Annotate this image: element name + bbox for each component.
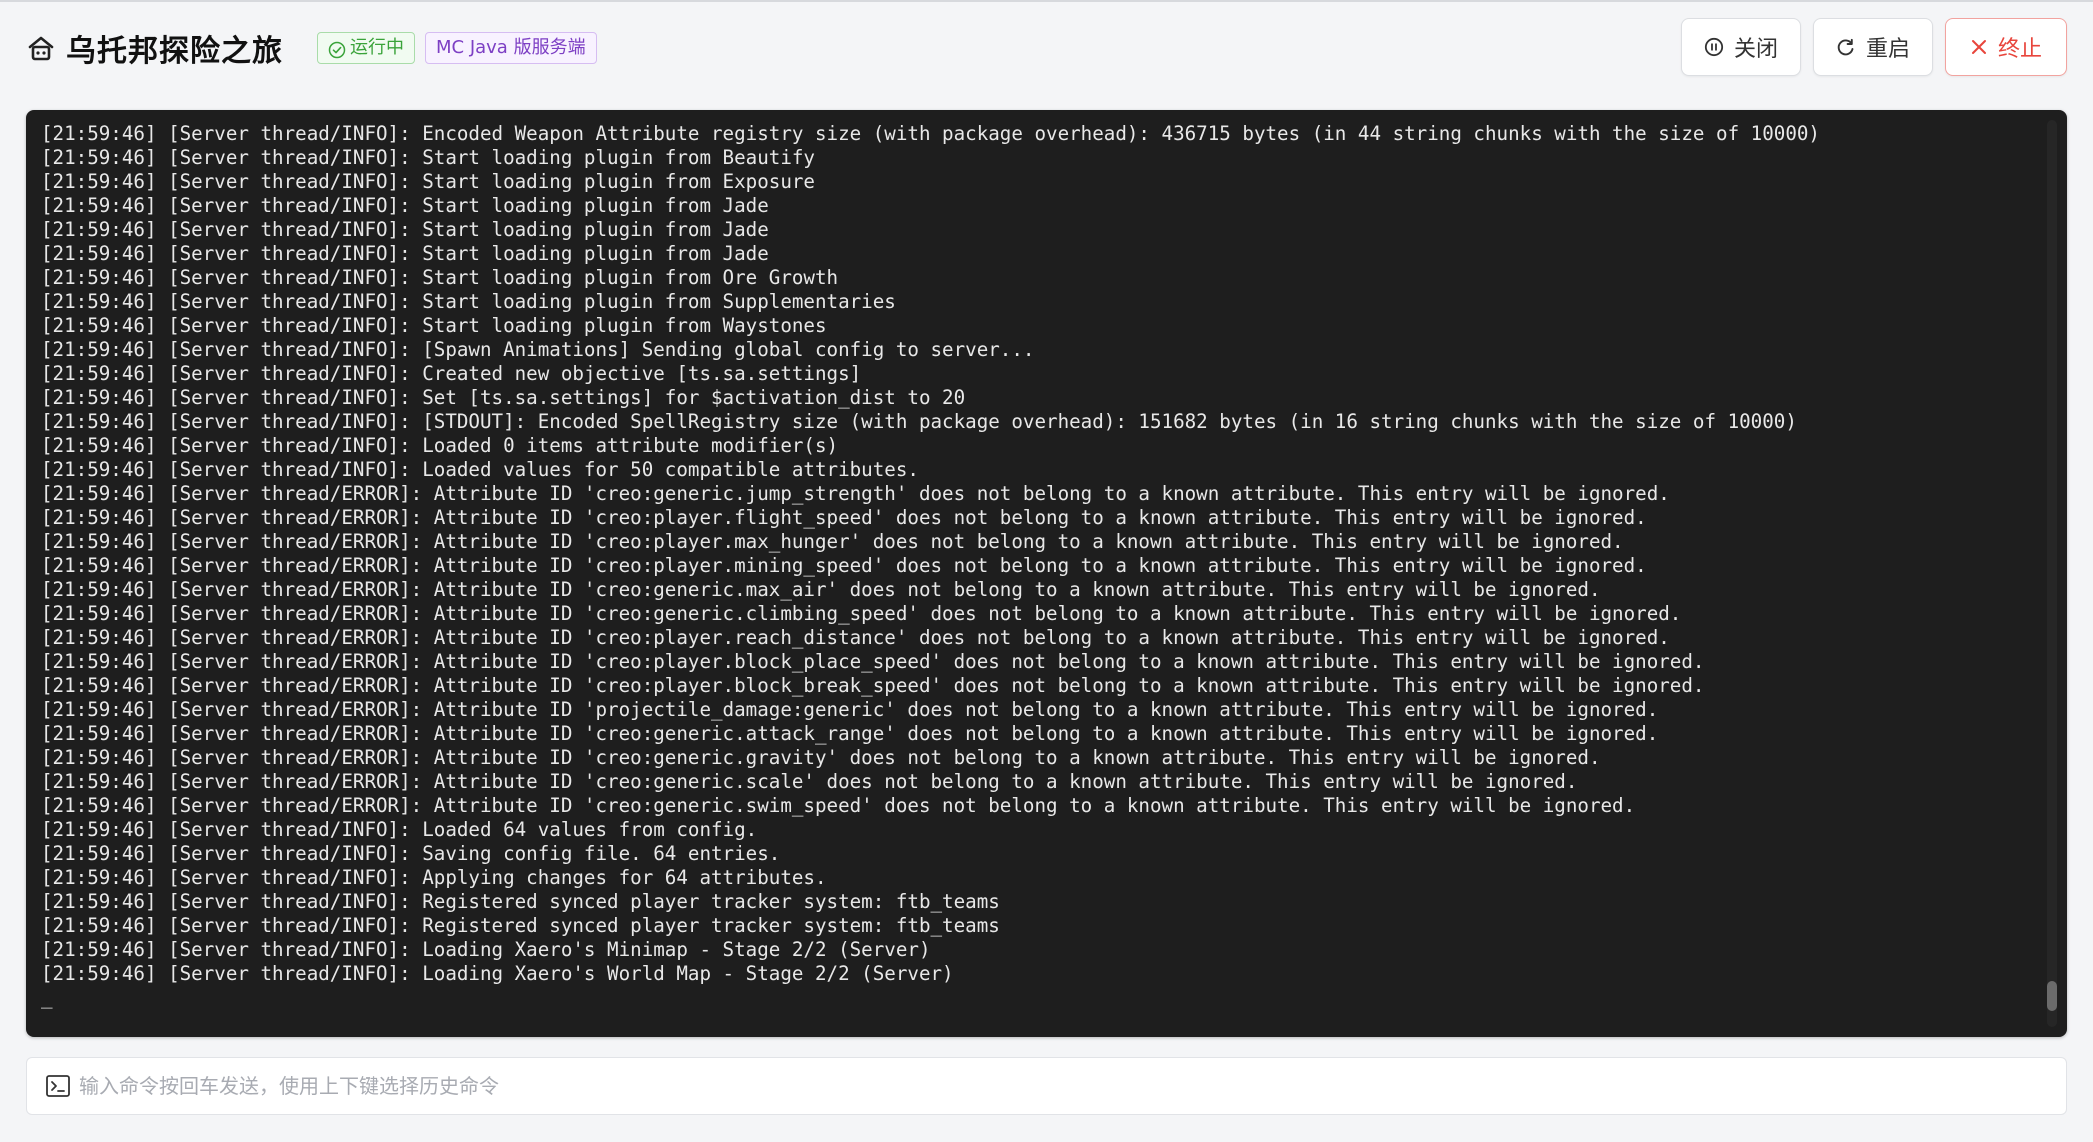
console-scrollbar-thumb[interactable] — [2047, 981, 2057, 1011]
log-line: [21:59:46] [Server thread/INFO]: Registe… — [41, 914, 1000, 937]
log-line: [21:59:46] [Server thread/ERROR]: Attrib… — [41, 674, 1705, 697]
console-scrollbar[interactable] — [2047, 120, 2057, 1027]
log-line: [21:59:46] [Server thread/ERROR]: Attrib… — [41, 578, 1601, 601]
log-line: [21:59:46] [Server thread/ERROR]: Attrib… — [41, 530, 1624, 553]
log-line: [21:59:46] [Server thread/INFO]: [STDOUT… — [41, 410, 1797, 433]
log-line: [21:59:46] [Server thread/INFO]: Loading… — [41, 938, 931, 961]
log-line: [21:59:46] [Server thread/INFO]: Start l… — [41, 242, 769, 265]
log-line: [21:59:46] [Server thread/ERROR]: Attrib… — [41, 602, 1682, 625]
close-button-label: 关闭 — [1733, 37, 1778, 62]
log-line: [21:59:46] [Server thread/ERROR]: Attrib… — [41, 770, 1578, 793]
log-line: [21:59:46] [Server thread/ERROR]: Attrib… — [41, 626, 1670, 649]
check-circle-icon — [328, 39, 346, 59]
log-line: [21:59:46] [Server thread/INFO]: Loading… — [41, 962, 954, 985]
log-line: [21:59:46] [Server thread/INFO]: Start l… — [41, 170, 815, 193]
status-badge: 运行中 — [317, 32, 415, 64]
console-output[interactable]: [21:59:46] [Server thread/INFO]: Encoded… — [26, 110, 2067, 1037]
kill-button[interactable]: 终止 — [1945, 18, 2067, 76]
restart-button-label: 重启 — [1865, 37, 1910, 62]
page-header: 乌托邦探险之旅 运行中 MC Java 版服务端 关闭 重启 终止 — [26, 18, 2067, 78]
log-line: [21:59:46] [Server thread/INFO]: Set [ts… — [41, 386, 966, 409]
close-x-icon — [1971, 40, 1986, 54]
restart-button[interactable]: 重启 — [1813, 18, 1933, 76]
command-bar — [26, 1057, 2067, 1115]
page-title: 乌托邦探险之旅 — [66, 34, 283, 69]
log-line: [21:59:46] [Server thread/INFO]: Start l… — [41, 290, 896, 313]
log-line: [21:59:46] [Server thread/INFO]: Loaded … — [41, 458, 919, 481]
log-line: [21:59:46] [Server thread/INFO]: Created… — [41, 362, 862, 385]
log-line: [21:59:46] [Server thread/ERROR]: Attrib… — [41, 722, 1659, 745]
action-buttons: 关闭 重启 终止 — [1681, 18, 2067, 76]
log-line: [21:59:46] [Server thread/INFO]: Start l… — [41, 266, 839, 289]
log-line: [21:59:46] [Server thread/INFO]: Start l… — [41, 194, 769, 217]
log-line: [21:59:46] [Server thread/INFO]: Saving … — [41, 842, 781, 865]
log-line: [21:59:46] [Server thread/INFO]: Loaded … — [41, 434, 839, 457]
status-badge-label: 运行中 — [350, 37, 404, 58]
log-line: [21:59:46] [Server thread/ERROR]: Attrib… — [41, 746, 1601, 769]
log-line: [21:59:46] [Server thread/INFO]: Start l… — [41, 218, 769, 241]
log-line: [21:59:46] [Server thread/INFO]: Registe… — [41, 890, 1000, 913]
log-line: [21:59:46] [Server thread/INFO]: Start l… — [41, 314, 827, 337]
pause-circle-icon — [1704, 37, 1724, 57]
close-button[interactable]: 关闭 — [1681, 18, 1801, 76]
console-lines: [21:59:46] [Server thread/INFO]: Encoded… — [41, 122, 2027, 1027]
log-line: [21:59:46] [Server thread/ERROR]: Attrib… — [41, 506, 1647, 529]
log-line: [21:59:46] [Server thread/ERROR]: Attrib… — [41, 794, 1636, 817]
log-line: [21:59:46] [Server thread/INFO]: [Spawn … — [41, 338, 1035, 361]
kill-button-label: 终止 — [1997, 37, 2042, 62]
log-line: [21:59:46] [Server thread/INFO]: Applyin… — [41, 866, 827, 889]
command-input[interactable] — [79, 1058, 2066, 1114]
top-border — [0, 0, 2093, 2]
restart-icon — [1837, 38, 1854, 56]
log-line: [21:59:46] [Server thread/INFO]: Encoded… — [41, 122, 1820, 145]
log-line: [21:59:46] [Server thread/ERROR]: Attrib… — [41, 554, 1647, 577]
log-line: [21:59:46] [Server thread/ERROR]: Attrib… — [41, 482, 1670, 505]
log-line: [21:59:46] [Server thread/ERROR]: Attrib… — [41, 698, 1659, 721]
log-line: [21:59:46] [Server thread/INFO]: Loaded … — [41, 818, 758, 841]
log-line: [21:59:46] [Server thread/ERROR]: Attrib… — [41, 650, 1705, 673]
terminal-icon — [45, 1073, 71, 1099]
server-icon — [26, 33, 56, 63]
title-group: 乌托邦探险之旅 运行中 MC Java 版服务端 — [26, 28, 607, 69]
server-type-badge: MC Java 版服务端 — [425, 32, 597, 64]
log-line: [21:59:46] [Server thread/INFO]: Start l… — [41, 146, 815, 169]
console-cursor: _ — [41, 986, 53, 1009]
